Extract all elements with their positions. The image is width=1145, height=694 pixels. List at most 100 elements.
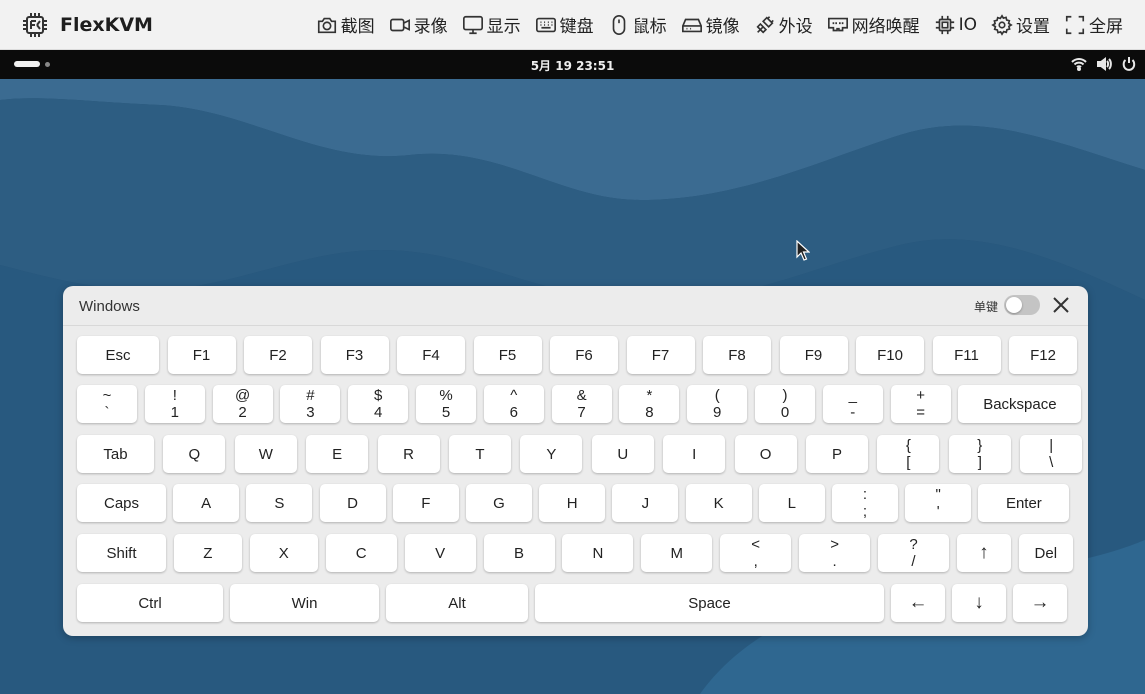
key-r[interactable]: R <box>377 435 440 473</box>
key-symbol[interactable]: & 7 <box>551 385 612 423</box>
key-b[interactable]: B <box>483 534 555 572</box>
key-right-arrow[interactable]: → <box>1013 584 1067 622</box>
key-symbol[interactable]: $4 <box>348 385 409 423</box>
key-f11[interactable]: F11 <box>932 336 1001 374</box>
key-p[interactable]: P <box>806 435 868 473</box>
key-f1[interactable]: F1 <box>167 336 236 374</box>
key-symbol[interactable]: ^ 6 <box>483 385 544 423</box>
key-f9[interactable]: F9 <box>779 336 848 374</box>
key-a[interactable]: A <box>173 484 240 522</box>
mouse-button[interactable]: 鼠标 <box>608 12 667 37</box>
key-tab[interactable]: Tab <box>77 435 154 473</box>
key-z[interactable]: Z <box>173 534 242 572</box>
key-symbol[interactable]: (9 <box>687 385 748 423</box>
key-symbol[interactable]: ~ ` <box>77 385 137 423</box>
image-mount-button[interactable]: 镜像 <box>681 12 740 37</box>
key-ctrl[interactable]: Ctrl <box>77 584 223 622</box>
key-symbol[interactable]: #3 <box>280 385 341 423</box>
mouse-icon <box>612 14 625 35</box>
wake-on-lan-button[interactable]: 网络唤醒 <box>827 12 920 37</box>
key-shift[interactable]: Shift <box>77 534 166 572</box>
key-symbol[interactable]: }] <box>948 435 1011 473</box>
key-f7[interactable]: F7 <box>626 336 695 374</box>
key-i[interactable]: I <box>663 435 726 473</box>
screenshot-button[interactable]: 截图 <box>316 12 375 37</box>
key-symbol[interactable]: + = <box>890 385 951 423</box>
key-symbol[interactable]: {[ <box>877 435 940 473</box>
key-f4[interactable]: F4 <box>397 336 465 374</box>
display-button[interactable]: 显示 <box>462 12 521 37</box>
key-v[interactable]: V <box>404 534 476 572</box>
key-dual-label: * 8 <box>645 387 653 421</box>
key-c[interactable]: C <box>325 534 397 572</box>
record-button[interactable]: 录像 <box>389 12 448 37</box>
key-g[interactable]: G <box>466 484 532 522</box>
key-shift-char: ! <box>172 387 177 404</box>
key-u[interactable]: U <box>591 435 654 473</box>
key-n[interactable]: N <box>562 534 634 572</box>
key-x[interactable]: X <box>249 534 318 572</box>
image-mount-label: 镜像 <box>705 17 740 37</box>
key-l[interactable]: L <box>758 484 825 522</box>
key-f2[interactable]: F2 <box>244 336 312 374</box>
key-f[interactable]: F <box>392 484 459 522</box>
key-label: X <box>278 544 289 562</box>
key-f3[interactable]: F3 <box>320 336 389 374</box>
key-symbol[interactable]: _ - <box>822 385 883 423</box>
key-base-char: ' <box>936 503 940 520</box>
key-w[interactable]: W <box>234 435 297 473</box>
key-space[interactable]: Space <box>535 584 884 622</box>
key-base-char: [ <box>906 454 911 471</box>
close-keyboard-button[interactable] <box>1052 296 1070 314</box>
settings-button[interactable]: 设置 <box>991 12 1050 37</box>
key-symbol[interactable]: ! 1 <box>144 385 205 423</box>
key-backspace[interactable]: Backspace <box>958 385 1082 423</box>
key-symbol[interactable]: @2 <box>212 385 273 423</box>
key-symbol[interactable]: ) 0 <box>755 385 815 423</box>
key-f8[interactable]: F8 <box>703 336 771 374</box>
key-f5[interactable]: F5 <box>473 336 542 374</box>
key-down-arrow[interactable]: ↓ <box>952 584 1006 622</box>
key-y[interactable]: Y <box>520 435 583 473</box>
key-symbol[interactable]: <, <box>720 534 792 572</box>
key-m[interactable]: M <box>641 534 713 572</box>
key-win[interactable]: Win <box>230 584 379 622</box>
key-alt[interactable]: Alt <box>386 584 528 622</box>
single-key-mode-toggle[interactable] <box>1004 295 1040 315</box>
key-t[interactable]: T <box>449 435 511 473</box>
key-s[interactable]: S <box>246 484 313 522</box>
key-up-arrow[interactable]: ↑ <box>956 534 1011 572</box>
key-symbol[interactable]: :; <box>832 484 898 522</box>
clock[interactable]: 5月 19 23:51 <box>0 57 1145 74</box>
key-left-arrow[interactable]: ← <box>891 584 945 622</box>
virtual-keyboard-header[interactable]: Windows 单键 <box>63 286 1088 326</box>
key-label: → <box>1030 592 1050 613</box>
key-o[interactable]: O <box>734 435 797 473</box>
key-k[interactable]: K <box>685 484 752 522</box>
key-symbol[interactable]: * 8 <box>619 385 680 423</box>
system-tray[interactable] <box>1062 56 1137 72</box>
key-f6[interactable]: F6 <box>550 336 618 374</box>
key-symbol[interactable]: >. <box>799 534 871 572</box>
key-q[interactable]: Q <box>163 435 226 473</box>
key-esc[interactable]: Esc <box>77 336 159 374</box>
key-symbol[interactable]: ? / <box>878 534 949 572</box>
key-shift-char: ~ <box>102 387 112 404</box>
key-j[interactable]: J <box>612 484 679 522</box>
key-f12[interactable]: F12 <box>1009 336 1077 374</box>
peripherals-button[interactable]: 外设 <box>754 12 813 37</box>
key-d[interactable]: D <box>319 484 386 522</box>
key-h[interactable]: H <box>539 484 606 522</box>
key-caps[interactable]: Caps <box>77 484 166 522</box>
key-enter[interactable]: Enter <box>978 484 1070 522</box>
key-symbol[interactable]: | \ <box>1020 435 1083 473</box>
keyboard-button[interactable]: 键盘 <box>535 12 594 37</box>
key-base-char: ` <box>104 404 110 421</box>
io-button[interactable]: IO <box>934 14 977 36</box>
fullscreen-button[interactable]: 全屏 <box>1064 12 1123 37</box>
key-f10[interactable]: F10 <box>856 336 924 374</box>
key-e[interactable]: E <box>306 435 369 473</box>
key-del[interactable]: Del <box>1018 534 1073 572</box>
key-symbol[interactable]: % 5 <box>416 385 476 423</box>
key-symbol[interactable]: " ' <box>905 484 972 522</box>
